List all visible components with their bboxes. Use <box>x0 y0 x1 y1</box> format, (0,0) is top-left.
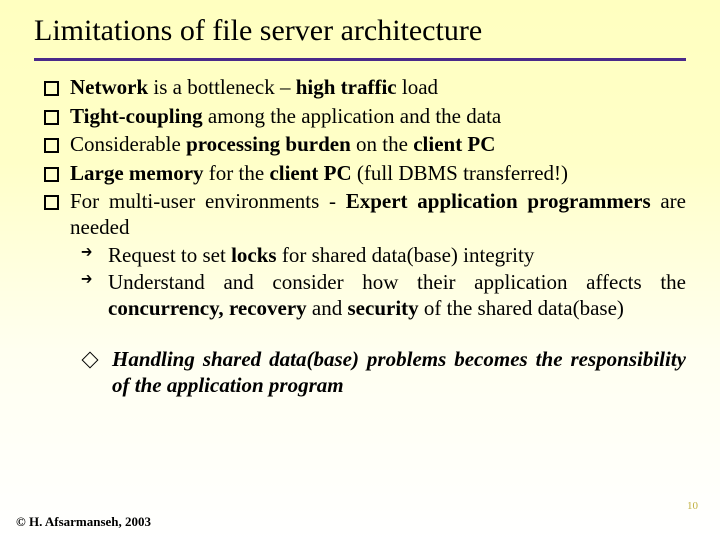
text-run: among the application and the data <box>203 104 502 128</box>
text-run: client PC <box>413 132 495 156</box>
list-item: Network is a bottleneck – high traffic l… <box>44 75 686 101</box>
bullet-list: Network is a bottleneck – high traffic l… <box>44 75 686 321</box>
text-run: Network <box>70 75 148 99</box>
text-run: for shared data(base) integrity <box>277 243 535 267</box>
content-body: Network is a bottleneck – high traffic l… <box>0 61 720 399</box>
text-run: processing burden <box>186 132 351 156</box>
page-title: Limitations of file server architecture <box>34 14 720 48</box>
text-run: Tight-coupling <box>70 104 203 128</box>
text-run: For multi-user environments - <box>70 189 346 213</box>
text-run: on the <box>351 132 413 156</box>
copyright: © H. Afsarmanseh, 2003 <box>16 514 151 530</box>
text-run: (full DBMS transferred!) <box>352 161 568 185</box>
text-run: for the <box>204 161 270 185</box>
sub-bullet-list: Request to set locks for shared data(bas… <box>70 243 686 322</box>
list-item: Request to set locks for shared data(bas… <box>78 243 686 269</box>
list-item: Considerable processing burden on the cl… <box>44 132 686 158</box>
text-run: high traffic <box>296 75 397 99</box>
text-run: recovery <box>229 296 307 320</box>
text-run: of the shared data(base) <box>419 296 624 320</box>
text-run: is a bottleneck – <box>148 75 296 99</box>
text-run: locks <box>231 243 277 267</box>
list-item: Understand and consider how their applic… <box>78 270 686 321</box>
summary-callout: Handling shared data(base) problems beco… <box>78 347 686 398</box>
text-run: load <box>397 75 438 99</box>
text-run: Large memory <box>70 161 204 185</box>
text-run: and <box>307 296 348 320</box>
text-run: concurrency, <box>108 296 224 320</box>
title-area: Limitations of file server architecture <box>0 0 720 56</box>
text-run: security <box>348 296 419 320</box>
text-run: Expert application programmers <box>346 189 651 213</box>
list-item: Large memory for the client PC (full DBM… <box>44 161 686 187</box>
text-run: Considerable <box>70 132 186 156</box>
text-run: Understand and consider how their applic… <box>108 270 686 294</box>
page-number: 10 <box>687 500 698 512</box>
list-item: For multi-user environments - Expert app… <box>44 189 686 321</box>
list-item: Tight-coupling among the application and… <box>44 104 686 130</box>
text-run: client PC <box>269 161 351 185</box>
text-run: Request to set <box>108 243 231 267</box>
